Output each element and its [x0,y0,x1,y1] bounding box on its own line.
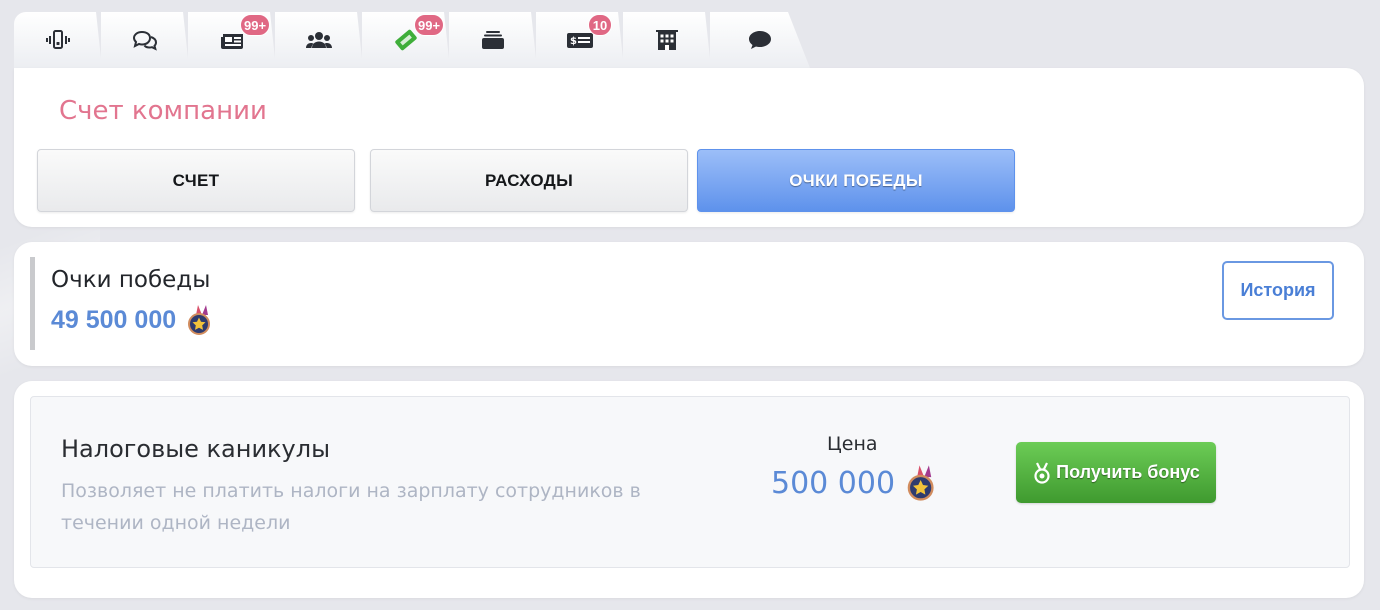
medal-icon [907,465,934,501]
victory-points-panel: Очки победы 49 500 000 История [14,242,1364,366]
bonus-title: Налоговые каникулы [61,435,331,463]
points-label: Очки победы [51,267,211,293]
get-bonus-button[interactable]: Получить бонус [1016,442,1216,503]
tab-news[interactable]: 99+ [188,12,276,68]
price-row: 500 000 [771,463,943,503]
check-badge: 10 [588,14,612,36]
points-summary: Очки победы 49 500 000 [30,257,218,350]
tab-bar: 99+ 99+ $ 10 [14,12,810,70]
tab-building[interactable] [623,12,711,68]
bonus-card: Налоговые каникулы Позволяет не платить … [30,396,1350,568]
page-title: Счет компании [59,96,267,126]
points-value-row: 49 500 000 [51,303,218,337]
svg-text:$: $ [570,36,577,47]
building-icon [656,30,678,50]
comment-icon [749,31,771,49]
expenses-button[interactable]: РАСХОДЫ [370,149,688,212]
points-value: 49 500 000 [51,305,177,334]
tab-chat[interactable] [101,12,189,68]
tab-comments[interactable] [710,12,810,68]
phone-vibrate-icon [46,30,70,49]
bonus-panel: Налоговые каникулы Позволяет не платить … [14,381,1364,598]
news-badge: 99+ [240,14,271,36]
users-group-icon [306,32,332,48]
layers-icon [482,31,504,49]
price-value: 500 000 [771,465,896,501]
tab-users[interactable] [275,12,363,68]
bonus-description: Позволяет не платить налоги на зарплату … [61,480,641,534]
tab-check[interactable]: $ 10 [536,12,624,68]
medal-icon [188,305,211,335]
get-bonus-label: Получить бонус [1056,462,1200,482]
victory-points-button[interactable]: ОЧКИ ПОБЕДЫ [697,149,1015,212]
medal-outline-icon [1034,462,1050,484]
price-label: Цена [827,433,878,455]
tickets-badge: 99+ [414,14,445,36]
tab-tickets[interactable]: 99+ [362,12,450,68]
history-button[interactable]: История [1222,261,1334,320]
account-button[interactable]: СЧЕТ [37,149,355,212]
tab-phone[interactable] [14,12,102,68]
company-account-panel: Счет компании СЧЕТ РАСХОДЫ ОЧКИ ПОБЕДЫ [14,68,1364,227]
tab-layers[interactable] [449,12,537,68]
chat-bubbles-icon [132,30,158,51]
